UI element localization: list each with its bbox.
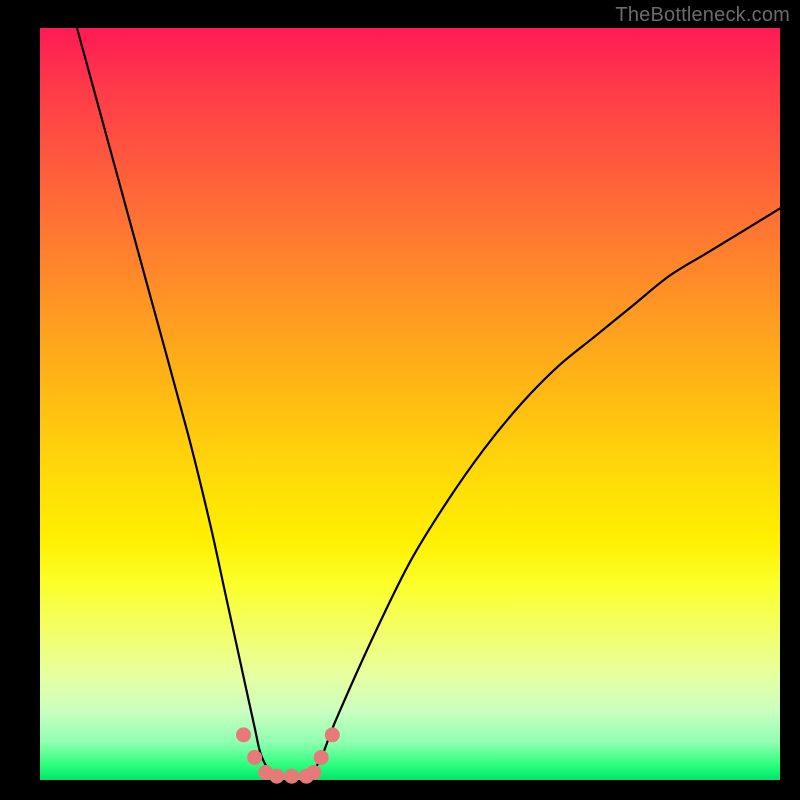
optimal-dot: [269, 769, 284, 784]
optimal-dot: [247, 750, 262, 765]
optimal-range-dots: [236, 727, 340, 783]
plot-area: [40, 28, 780, 780]
optimal-dot: [306, 765, 321, 780]
watermark-text: TheBottleneck.com: [615, 4, 790, 27]
optimal-dot: [236, 727, 251, 742]
bottleneck-curve: [77, 28, 780, 782]
chart-frame: TheBottleneck.com: [0, 0, 800, 800]
optimal-dot: [314, 750, 329, 765]
optimal-dot: [284, 769, 299, 784]
optimal-dot: [325, 727, 340, 742]
bottleneck-chart-svg: [40, 28, 780, 780]
